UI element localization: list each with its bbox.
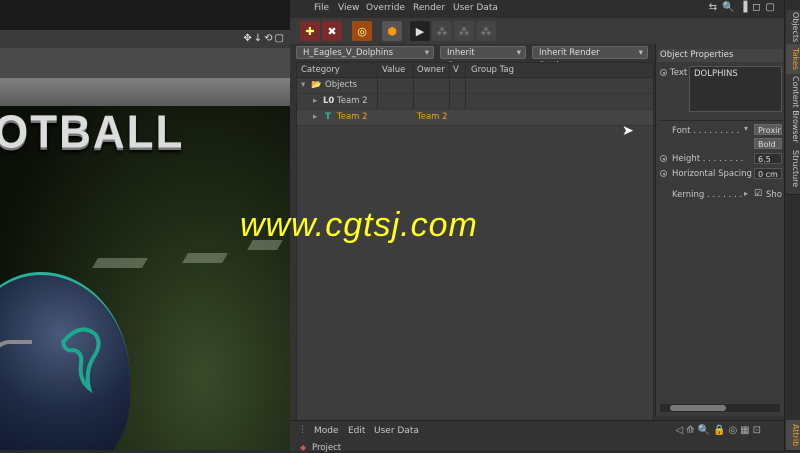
null-object-icon: L0 (323, 96, 335, 106)
take-select[interactable]: H_Eagles_V_Dolphins (296, 46, 434, 60)
watermark: www.cgtsj.com (240, 206, 478, 244)
override-group-icon[interactable]: ⬢ (382, 21, 402, 41)
scrollbar-thumb[interactable] (670, 405, 726, 411)
takes-header: Category Value Owner V Group Tag (297, 63, 653, 78)
lock-icon[interactable]: ⁂ (432, 21, 452, 41)
table-row[interactable]: ▸ L0 Team 2 (297, 94, 653, 110)
table-row[interactable]: ▸ T Team 2 Team 2 (297, 110, 653, 126)
hspacing-animate-radio[interactable] (660, 170, 667, 177)
stadium-band (0, 78, 290, 106)
tab-structure[interactable]: Structure (786, 144, 800, 195)
folder-icon: 📂 (311, 80, 322, 90)
attributes-tool-icons[interactable]: ◁⟰🔍🔒◎▦⊡ (675, 425, 764, 436)
expand-arrow-icon[interactable]: ▸ (313, 96, 317, 106)
menu-mode[interactable]: Mode (314, 426, 339, 436)
menu-user-data[interactable]: User Data (374, 426, 419, 436)
viewport-header: ✥↓⟲▢ (0, 30, 290, 49)
font-family-button[interactable]: Proxin (754, 124, 782, 135)
col-value[interactable]: Value (382, 65, 405, 75)
row-category: Objects (325, 80, 358, 90)
text-object-icon: T (325, 112, 331, 122)
render-settings-select[interactable]: Inherit Render Settings (532, 46, 648, 71)
camera-select[interactable]: Inherit Camera (440, 46, 526, 71)
text-field[interactable]: DOLPHINS (689, 66, 782, 112)
expand-arrow-icon[interactable]: ▾ (301, 80, 305, 90)
render-take-icon[interactable]: ▶ (410, 21, 430, 41)
table-row[interactable]: ▾ 📂 Objects (297, 78, 653, 94)
helmet-facemask (0, 340, 32, 450)
chevron-down-icon[interactable]: ▾ (744, 124, 748, 133)
menu-render[interactable]: Render (413, 3, 445, 13)
col-owner[interactable]: Owner (417, 65, 445, 75)
field-stripe (182, 253, 228, 263)
viewport-strip (0, 48, 290, 78)
font-style-button[interactable]: Bold (754, 138, 782, 149)
col-group-tag[interactable]: Group Tag (471, 65, 514, 75)
menu-edit[interactable]: Edit (348, 426, 365, 436)
mark-icon[interactable]: ⁂ (454, 21, 474, 41)
auto-take-icon[interactable]: ◎ (352, 21, 372, 41)
hspacing-label: Horizontal Spacing (672, 169, 752, 179)
takes-toolbar: ✚ ✖ ◎ ⬢ ▶ ⁂ ⁂ ⁂ (290, 18, 784, 45)
expand-arrow-icon[interactable]: ▸ (744, 189, 748, 198)
expand-arrow-icon[interactable]: ▸ (313, 112, 317, 122)
tab-content-browser[interactable]: Content Browser (786, 74, 800, 145)
height-animate-radio[interactable] (660, 155, 667, 162)
hspacing-field[interactable]: 0 cm (754, 168, 782, 179)
height-field[interactable]: 6.5 cm (754, 153, 782, 164)
mouse-cursor-icon: ➤ (622, 123, 634, 139)
dolphin-icon (55, 322, 105, 413)
tab-takes[interactable]: Takes (786, 44, 800, 75)
row-category: Team 2 (337, 96, 368, 106)
grip-icon[interactable]: ⋮ (298, 425, 307, 435)
take-delete-icon[interactable]: ✖ (322, 21, 342, 41)
project-label: Project (312, 443, 342, 453)
menu-user-data[interactable]: User Data (453, 3, 498, 13)
kerning-label: Kerning . . . . . . . (672, 190, 743, 200)
scene-football-text: OTBALL (0, 106, 185, 159)
horizontal-scrollbar[interactable] (660, 404, 780, 412)
text-label: Text (670, 68, 688, 78)
mark-icon[interactable]: ⁂ (476, 21, 496, 41)
panel-title: Object Properties (658, 49, 783, 62)
col-v[interactable]: V (453, 65, 459, 75)
kerning-value: Sho (766, 190, 782, 200)
window-tray-icons[interactable]: ⇆🔍▐◻▢ (709, 2, 780, 13)
row-owner: Team 2 (417, 112, 448, 122)
col-category[interactable]: Category (301, 65, 340, 75)
menubar: File View Override Render User Data ⇆🔍▐◻… (290, 0, 784, 18)
tab-attributes[interactable]: Attrib (786, 420, 800, 451)
height-label: Height . . . . . . . . (672, 154, 744, 164)
viewport-nav-icons[interactable]: ✥↓⟲▢ (243, 33, 286, 44)
row-category: Team 2 (337, 112, 368, 122)
font-label: Font . . . . . . . . . (672, 126, 740, 136)
attributes-panel: ⋮ Mode Edit User Data ◁⟰🔍🔒◎▦⊡ ◆ Project (290, 420, 784, 453)
project-icon: ◆ (300, 443, 307, 452)
tab-objects[interactable]: Objects (786, 10, 800, 45)
side-tabs: Objects Takes Content Browser Structure … (784, 0, 800, 451)
text-animate-radio[interactable] (660, 69, 667, 76)
menu-override[interactable]: Override (366, 3, 405, 13)
menu-view[interactable]: View (338, 3, 359, 13)
take-bar: H_Eagles_V_Dolphins Inherit Camera Inher… (290, 44, 655, 71)
checkbox-icon[interactable]: ☑ (754, 189, 762, 199)
take-add-icon[interactable]: ✚ (300, 21, 320, 41)
field-stripe (92, 258, 148, 268)
object-properties-panel: Object Properties Text DOLPHINS Font . .… (655, 44, 785, 416)
menu-file[interactable]: File (314, 3, 329, 13)
divider (658, 120, 783, 121)
